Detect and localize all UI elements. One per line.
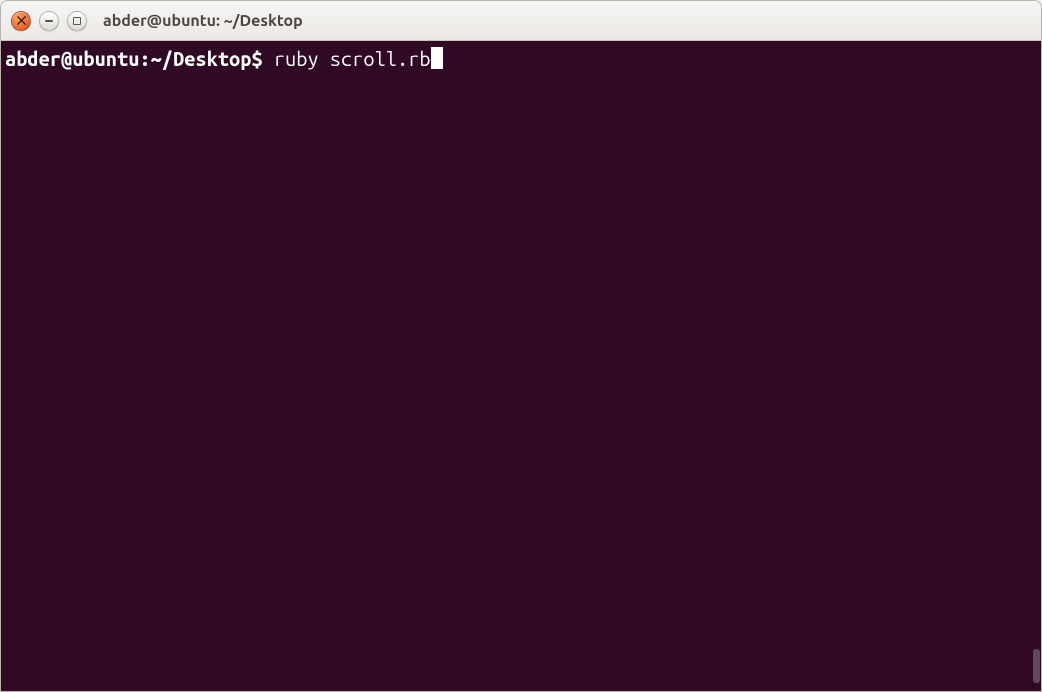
close-icon xyxy=(17,16,26,25)
minimize-icon xyxy=(45,20,53,22)
close-button[interactable] xyxy=(11,11,31,31)
terminal-content[interactable]: abder@ubuntu:~/Desktop$ ruby scroll.rb xyxy=(1,41,1041,77)
maximize-button[interactable] xyxy=(67,11,87,31)
minimize-button[interactable] xyxy=(39,11,59,31)
maximize-icon xyxy=(73,17,81,25)
cursor xyxy=(431,47,443,69)
scrollbar[interactable] xyxy=(1032,41,1041,691)
terminal-window: abder@ubuntu: ~/Desktop abder@ubuntu:~/D… xyxy=(0,0,1042,692)
terminal-body[interactable]: abder@ubuntu:~/Desktop$ ruby scroll.rb xyxy=(1,41,1041,691)
prompt: abder@ubuntu:~/Desktop$ xyxy=(5,47,274,70)
scrollbar-thumb[interactable] xyxy=(1033,649,1040,683)
window-title: abder@ubuntu: ~/Desktop xyxy=(103,12,303,30)
command-input[interactable]: ruby scroll.rb xyxy=(274,47,431,70)
titlebar[interactable]: abder@ubuntu: ~/Desktop xyxy=(1,1,1041,41)
window-controls xyxy=(11,11,87,31)
